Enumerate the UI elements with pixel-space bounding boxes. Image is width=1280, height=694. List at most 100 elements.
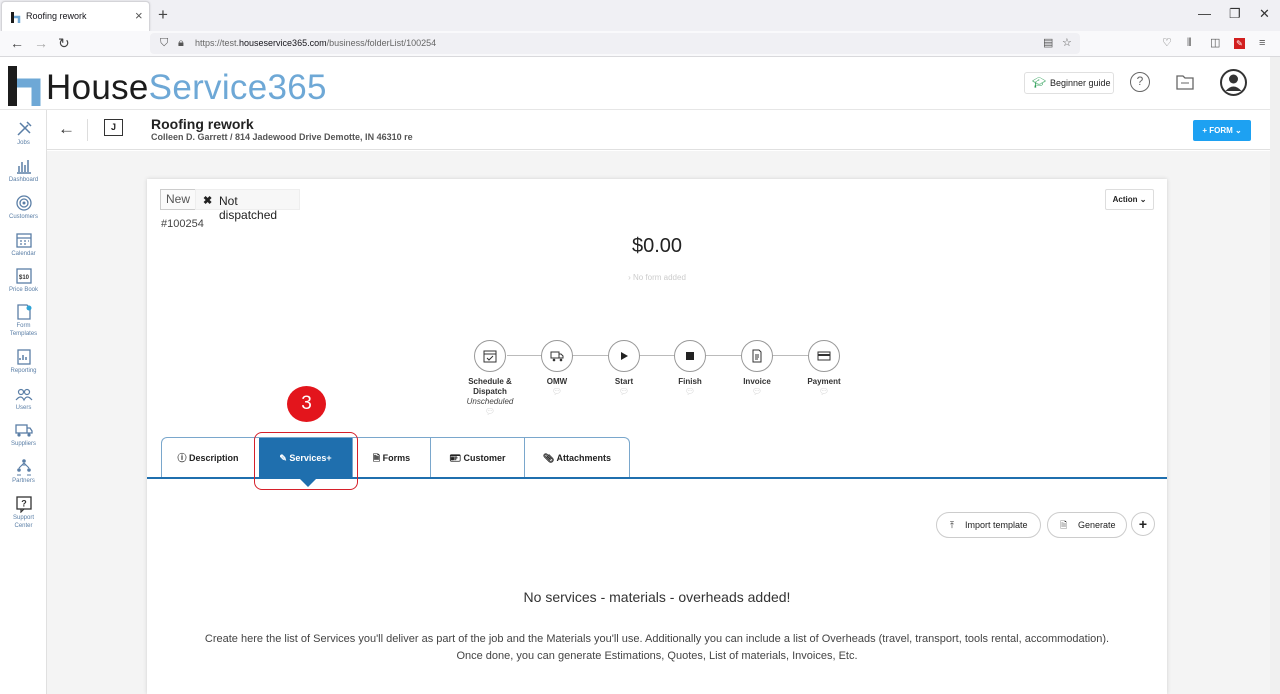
- step-payment[interactable]: Payment 💬︎: [789, 340, 859, 397]
- window-restore-button[interactable]: ❐: [1229, 6, 1241, 22]
- job-customer-address: Colleen D. Garrett / 814 Jadewood Drive …: [151, 132, 413, 142]
- import-template-button[interactable]: ⤒ Import template: [936, 512, 1041, 538]
- sidebar-item-label: Suppliers: [10, 441, 36, 447]
- step-label: Start: [614, 377, 634, 386]
- sidebar-item-label: Partners: [12, 478, 35, 484]
- svg-text:$10: $10: [18, 275, 29, 281]
- sidebar-item-label: Customers: [8, 214, 38, 220]
- step-circle[interactable]: [474, 340, 506, 372]
- houseservice-favicon-icon: [11, 12, 21, 23]
- comment-icon[interactable]: 💬︎: [789, 387, 859, 397]
- import-template-label: Import template: [965, 520, 1028, 530]
- sidebar-item-customers[interactable]: Customers: [0, 194, 47, 230]
- pocket-icon[interactable]: ♡: [1162, 36, 1172, 50]
- sidebar-item-suppliers[interactable]: Suppliers: [0, 421, 47, 457]
- reload-icon[interactable]: ↻: [58, 33, 70, 53]
- window-minimize-button[interactable]: —: [1198, 6, 1211, 22]
- tutorial-highlight-box: [254, 432, 358, 490]
- app-logo[interactable]: HouseService365: [6, 63, 327, 107]
- page-scrollbar[interactable]: [1270, 57, 1280, 694]
- partners-icon: [16, 459, 31, 476]
- comment-icon[interactable]: 💬︎: [455, 407, 525, 417]
- comment-icon[interactable]: 💬︎: [589, 387, 659, 397]
- comment-icon[interactable]: 💬︎: [655, 387, 725, 397]
- main-sidebar: Jobs Dashboard Customers Calendar $10 Pr…: [0, 110, 47, 694]
- tab-close-icon[interactable]: ×: [135, 8, 143, 24]
- url-text[interactable]: https://test.houseservice365.com/busines…: [195, 38, 436, 48]
- step-label: Invoice: [743, 377, 771, 386]
- sidebar-item-label: Support: [12, 515, 34, 521]
- reader-view-icon[interactable]: ▤: [1043, 36, 1053, 50]
- sidebar-item-users[interactable]: Users: [0, 385, 47, 421]
- step-circle[interactable]: [674, 340, 706, 372]
- action-dropdown-button[interactable]: Action ⌄: [1105, 189, 1154, 210]
- close-icon: ✖: [203, 195, 213, 207]
- back-arrow-icon[interactable]: ←: [58, 119, 75, 139]
- library-icon[interactable]: ⫴: [1187, 36, 1192, 50]
- tab-forms[interactable]: 🗎︎ Forms: [353, 438, 431, 479]
- user-avatar-icon[interactable]: [1220, 69, 1247, 96]
- address-bar[interactable]: ⛉ 🔒︎ https://test.houseservice365.com/bu…: [150, 33, 1080, 54]
- logo-text: HouseService365: [46, 68, 327, 107]
- sidebar-item-price-book[interactable]: $10 Price Book: [0, 267, 47, 303]
- browser-tab-title: Roofing rework: [26, 11, 87, 21]
- sidebar-item-partners[interactable]: Partners: [0, 458, 47, 494]
- sidebar-item-calendar[interactable]: Calendar: [0, 231, 47, 267]
- stop-icon: [686, 352, 694, 360]
- back-arrow-icon[interactable]: ←: [10, 33, 24, 53]
- price-tag-icon: $10: [15, 268, 32, 284]
- step-circle[interactable]: [541, 340, 573, 372]
- sidebar-item-label: Jobs: [17, 140, 30, 146]
- tab-customer[interactable]: 🪪︎ Customer: [431, 438, 525, 479]
- tab-attachments[interactable]: 📎︎ Attachments: [525, 438, 629, 479]
- calendar-icon: [15, 233, 32, 248]
- step-label: Payment: [807, 377, 841, 386]
- step-circle[interactable]: [808, 340, 840, 372]
- step-invoice[interactable]: Invoice 💬︎: [722, 340, 792, 397]
- step-schedule-dispatch[interactable]: Schedule & Dispatch Unscheduled 💬︎: [455, 340, 525, 417]
- beginner-guide-button[interactable]: 🎓︎ Beginner guide: [1024, 72, 1114, 94]
- lock-icon[interactable]: 🔒︎: [178, 36, 184, 50]
- sidebar-item-jobs[interactable]: Jobs: [0, 120, 47, 156]
- browser-tab[interactable]: Roofing rework ×: [1, 1, 150, 31]
- sidebar-toggle-icon[interactable]: ◫: [1210, 36, 1220, 50]
- sidebar-item-label: Dashboard: [8, 177, 39, 183]
- tab-description[interactable]: ⓘ Description: [162, 438, 255, 479]
- invoice-icon: [752, 349, 762, 363]
- step-circle[interactable]: [741, 340, 773, 372]
- browser-tab-bar: Roofing rework × + — ❐ ✕: [0, 0, 1280, 31]
- step-finish[interactable]: Finish 💬︎: [655, 340, 725, 397]
- step-start[interactable]: Start 💬︎: [589, 340, 659, 397]
- forward-arrow-icon[interactable]: →: [34, 33, 48, 53]
- menu-icon[interactable]: ≡: [1259, 36, 1265, 50]
- no-form-text: › No form added: [628, 273, 686, 282]
- step-label: Schedule & Dispatch: [468, 377, 512, 396]
- tools-icon: [16, 121, 32, 136]
- generate-label: Generate: [1078, 520, 1116, 530]
- shield-icon[interactable]: ⛉: [160, 36, 168, 50]
- comment-icon[interactable]: 💬︎: [722, 387, 792, 397]
- graduation-cap-icon: 🎓︎: [1032, 77, 1046, 89]
- empty-state-description: Create here the list of Services you'll …: [204, 633, 1110, 662]
- calendar-check-icon: [483, 350, 497, 363]
- sidebar-item-reporting[interactable]: Reporting: [0, 348, 47, 384]
- window-close-button[interactable]: ✕: [1259, 6, 1270, 22]
- add-form-button[interactable]: + FORM ⌄: [1193, 120, 1251, 141]
- sidebar-item-support-center[interactable]: ? Support Center: [0, 495, 47, 539]
- step-circle[interactable]: [608, 340, 640, 372]
- add-service-button[interactable]: +: [1131, 512, 1155, 536]
- sidebar-item-dashboard[interactable]: Dashboard: [0, 157, 47, 193]
- dispatch-status-badge: ✖ Not dispatched: [195, 189, 300, 222]
- step-omw[interactable]: OMW 💬︎: [522, 340, 592, 397]
- job-tabs: ⓘ Description ✎ Services+ 🗎︎ Forms 🪪︎ Cu…: [161, 437, 630, 479]
- bookmark-star-icon[interactable]: ☆: [1062, 36, 1072, 50]
- generate-button[interactable]: 🗎︎ Generate: [1047, 512, 1127, 538]
- divider: [87, 119, 88, 141]
- help-icon[interactable]: ?: [1130, 72, 1150, 92]
- folder-icon[interactable]: [1176, 74, 1194, 90]
- step-status: Unscheduled: [466, 397, 514, 406]
- extension-icon[interactable]: ✎: [1234, 38, 1245, 49]
- sidebar-item-form-templates[interactable]: Form Templates: [0, 303, 47, 347]
- new-tab-button[interactable]: +: [158, 5, 168, 25]
- comment-icon[interactable]: 💬︎: [522, 387, 592, 397]
